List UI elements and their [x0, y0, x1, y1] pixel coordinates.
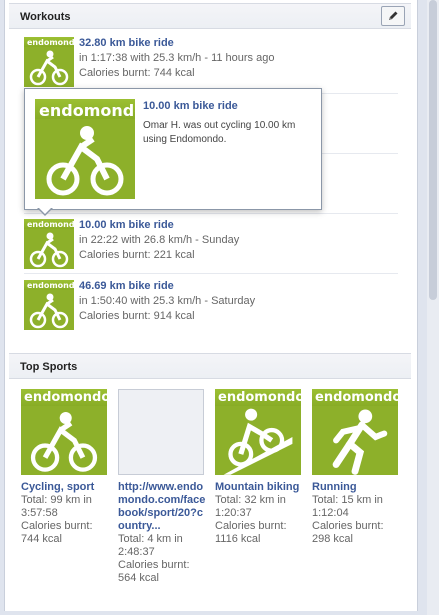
sport-card[interactable]: endomondo Cycling, sport Total: 99 km in…	[21, 389, 109, 546]
sport-name-link[interactable]: Running	[312, 481, 400, 494]
workout-item[interactable]: endomondo 32.80 km bike ride in 1:17:38 …	[24, 37, 400, 95]
sport-calories: Calories burnt: 744 kcal	[21, 520, 93, 545]
popup-title-link[interactable]: 10.00 km bike ride	[143, 100, 238, 112]
workout-item[interactable]: endomondo 46.69 km bike ride in 1:50:40 …	[24, 280, 400, 338]
sport-total: Total: 15 km in 1:12:04	[312, 494, 383, 519]
sport-total: Total: 99 km in 3:57:58	[21, 494, 92, 519]
workout-calories: Calories burnt: 914 kcal	[79, 310, 195, 322]
sport-thumbnail[interactable]: endomondo	[312, 389, 398, 475]
cycling-icon	[29, 232, 69, 268]
workout-item[interactable]: endomondo 10.00 km bike ride in 22:22 wi…	[24, 219, 400, 277]
workout-calories: Calories burnt: 221 kcal	[79, 249, 195, 261]
sport-total: Total: 4 km in 2:48:37	[118, 533, 183, 558]
running-icon	[332, 409, 388, 475]
cycling-icon	[46, 126, 124, 196]
workouts-title: Workouts	[20, 11, 71, 23]
edit-button[interactable]	[381, 6, 405, 26]
divider	[24, 273, 398, 274]
sport-calories: Calories burnt: 564 kcal	[118, 559, 190, 584]
endomondo-cycling-thumbnail[interactable]: endomondo	[24, 219, 74, 269]
sport-calories: Calories burnt: 1116 kcal	[215, 520, 287, 545]
endomondo-logo: endomondo	[315, 390, 398, 405]
sport-card[interactable]: http://www.endomondo.com/facebook/sport/…	[118, 389, 206, 585]
workout-detail: in 22:22 with 26.8 km/h - Sunday	[79, 234, 240, 246]
sport-card[interactable]: endomondo Mountain biking Total: 32 km i…	[215, 389, 303, 546]
sport-thumbnail[interactable]: endomondo	[215, 389, 301, 475]
endomondo-logo: endomondo	[27, 220, 74, 229]
workouts-header: Workouts	[9, 3, 411, 29]
workout-detail: in 1:50:40 with 25.3 km/h - Saturday	[79, 295, 256, 307]
endomondo-logo: endomondo	[39, 101, 135, 120]
workout-title-link[interactable]: 10.00 km bike ride	[79, 219, 174, 231]
top-sports-title: Top Sports	[20, 361, 78, 373]
sport-name-link[interactable]: Mountain biking	[215, 481, 303, 494]
cycling-icon	[29, 50, 69, 86]
sport-name-link[interactable]: Cycling, sport	[21, 481, 109, 494]
sport-name-link[interactable]: http://www.endomondo.com/facebook/sport/…	[118, 481, 206, 533]
workout-calories: Calories burnt: 744 kcal	[79, 67, 195, 79]
endomondo-logo: endomondo	[27, 281, 74, 290]
scrollbar[interactable]	[427, 0, 439, 615]
mountain-biking-icon	[223, 408, 293, 475]
workout-title-link[interactable]: 32.80 km bike ride	[79, 37, 174, 49]
sport-thumbnail[interactable]: endomondo	[21, 389, 107, 475]
endomondo-logo: endomondo	[27, 38, 74, 47]
pencil-icon	[389, 11, 398, 20]
sport-calories: Calories burnt: 298 kcal	[312, 520, 384, 545]
scrollbar-thumb[interactable]	[429, 0, 437, 300]
cycling-icon	[30, 412, 98, 472]
endomondo-logo: endomondo	[218, 390, 301, 405]
endomondo-cycling-thumbnail[interactable]: endomondo	[24, 280, 74, 330]
image-placeholder[interactable]	[118, 389, 204, 475]
workout-title-link[interactable]: 46.69 km bike ride	[79, 280, 174, 292]
popup-description: Omar H. was out cycling 10.00 km using E…	[143, 120, 296, 145]
endomondo-logo: endomondo	[24, 390, 107, 405]
cycling-icon	[29, 293, 69, 329]
popup-pointer-inner	[38, 207, 52, 214]
workout-hover-card[interactable]: endomondo 10.00 km bike ride Omar H. was…	[24, 88, 322, 210]
workout-detail: in 1:17:38 with 25.3 km/h - 11 hours ago	[79, 52, 275, 64]
sport-total: Total: 32 km in 1:20:37	[215, 494, 286, 519]
endomondo-cycling-image[interactable]: endomondo	[35, 99, 135, 199]
top-sports-header: Top Sports	[9, 353, 411, 379]
divider	[24, 213, 398, 214]
endomondo-cycling-thumbnail[interactable]: endomondo	[24, 37, 74, 87]
sport-card[interactable]: endomondo Running Total: 15 km in 1:12:0…	[312, 389, 400, 546]
